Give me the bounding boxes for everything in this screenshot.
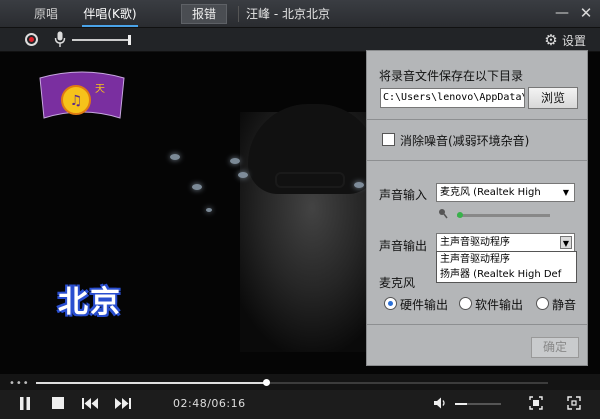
gear-icon: ⚙: [544, 31, 558, 49]
sound-input-select[interactable]: 麦克风 (Realtek High ▼: [436, 183, 575, 202]
dropdown-arrow-icon: ▼: [562, 188, 570, 197]
dropdown-option[interactable]: 主声音驱动程序: [437, 252, 576, 267]
radio-hardware-output-label: 硬件输出: [400, 298, 449, 312]
record-icon[interactable]: [25, 33, 38, 46]
sound-input-label: 声音输入: [379, 188, 428, 202]
dropdown-option[interactable]: 扬声器 (Realtek High Def: [437, 267, 576, 282]
close-button[interactable]: ✕: [577, 4, 595, 22]
title-separator: [238, 6, 239, 22]
radio-software-output-label: 软件输出: [475, 298, 524, 312]
channel-logo-icon: ♫ 天: [39, 71, 125, 119]
volume-level: [455, 403, 467, 405]
radio-mute[interactable]: [536, 297, 549, 310]
radio-mute-label: 静音: [552, 298, 577, 312]
minimize-button[interactable]: —: [553, 4, 571, 22]
recording-settings-panel: 将录音文件保存在以下目录 C:\Users\lenovo\AppData\R 浏…: [366, 50, 588, 366]
save-path-input[interactable]: C:\Users\lenovo\AppData\R: [380, 88, 525, 108]
input-level-indicator: [457, 212, 463, 218]
microphone-small-icon: [439, 209, 448, 219]
mic-volume-slider[interactable]: [72, 39, 130, 41]
background-light: [238, 172, 248, 178]
browse-button[interactable]: 浏览: [528, 87, 578, 109]
settings-label: 设置: [562, 34, 587, 48]
mic-volume-thumb[interactable]: [128, 35, 131, 45]
divider: [367, 119, 587, 120]
dropdown-arrow-icon[interactable]: ▼: [560, 236, 572, 249]
microphone-icon[interactable]: [54, 31, 66, 48]
report-error-button[interactable]: 报错: [181, 4, 227, 24]
sound-input-value: 麦克风 (Realtek High: [440, 187, 541, 198]
microphone-label: 麦克风: [379, 276, 416, 290]
volume-icon[interactable]: [433, 396, 447, 410]
tab-original[interactable]: 原唱: [28, 5, 64, 24]
screenshot-icon[interactable]: [529, 396, 543, 410]
radio-software-output[interactable]: [459, 297, 472, 310]
time-display: 02:48/06:16: [173, 397, 246, 410]
seek-progress: [36, 382, 267, 384]
svg-text:天: 天: [95, 84, 105, 95]
input-level-meter: [457, 214, 550, 217]
sound-output-select[interactable]: 主声音驱动程序 ▼: [436, 233, 575, 252]
lyric-text: 北京: [58, 285, 122, 320]
background-light: [170, 154, 180, 160]
divider: [367, 324, 587, 325]
sound-output-label: 声音输出: [379, 239, 428, 253]
pause-icon[interactable]: [19, 397, 31, 410]
settings-button[interactable]: ⚙ 设置: [543, 31, 586, 49]
video-frame-glasses: [275, 172, 345, 188]
save-directory-label: 将录音文件保存在以下目录: [379, 69, 524, 83]
title-bar: 原唱 伴唱(K歌) 报错 汪峰 - 北京北京 — ✕: [0, 0, 600, 28]
sound-output-dropdown: 主声音驱动程序 扬声器 (Realtek High Def: [436, 251, 577, 283]
background-light: [354, 182, 364, 188]
tab-accompaniment[interactable]: 伴唱(K歌): [80, 5, 140, 27]
svg-text:♫: ♫: [70, 93, 83, 109]
background-light: [206, 208, 212, 212]
noise-reduction-checkbox[interactable]: [382, 133, 395, 146]
noise-reduction-label: 消除噪音(减弱环境杂音): [400, 134, 530, 148]
more-options-icon[interactable]: •••: [9, 378, 30, 389]
fullscreen-icon[interactable]: [567, 396, 581, 410]
stop-icon[interactable]: [52, 397, 64, 409]
next-icon[interactable]: [115, 398, 131, 409]
previous-icon[interactable]: [82, 398, 98, 409]
song-title: 汪峰 - 北京北京: [246, 7, 330, 21]
radio-hardware-output[interactable]: [384, 297, 397, 310]
ok-button[interactable]: 确定: [531, 337, 579, 358]
background-light: [230, 158, 240, 164]
sound-output-value: 主声音驱动程序: [440, 237, 510, 248]
divider: [367, 160, 587, 161]
background-light: [192, 184, 202, 190]
